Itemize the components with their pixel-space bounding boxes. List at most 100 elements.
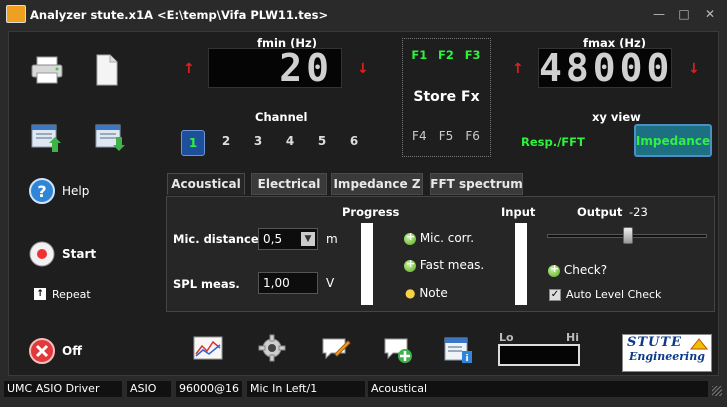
auto-level-check[interactable]: ✓ Auto Level Check — [549, 288, 661, 301]
channel-1-button[interactable]: 1 — [181, 130, 205, 156]
title-bar: Analyzer stute.x1A <E:\temp\Vifa PLW11.t… — [0, 0, 727, 30]
fast-meas-label: Fast meas. — [419, 258, 485, 272]
store-slot-f1[interactable]: F1 — [411, 48, 427, 62]
auto-level-label: Auto Level Check — [566, 288, 662, 301]
start-label: Start — [62, 247, 97, 261]
status-mode: Acoustical — [368, 381, 708, 397]
channel-4-button[interactable]: 4 — [279, 130, 301, 152]
store-slots-bottom: F4 F5 F6 — [406, 129, 486, 143]
store-slot-f2[interactable]: F2 — [438, 48, 454, 62]
save-file-icon[interactable] — [94, 123, 126, 156]
level-meter — [498, 344, 580, 366]
check-label: Check? — [563, 263, 608, 277]
close-button[interactable]: ✕ — [699, 6, 721, 22]
channel-6-button[interactable]: 6 — [343, 130, 365, 152]
channel-2-button[interactable]: 2 — [215, 130, 237, 152]
minimize-button[interactable]: — — [648, 6, 670, 22]
resize-grip-icon[interactable] — [712, 386, 722, 396]
print-icon[interactable] — [30, 55, 64, 88]
help-button[interactable]: ? Help — [28, 177, 89, 205]
xy-view-label: xy view — [592, 110, 641, 124]
store-slot-f6[interactable]: F6 — [465, 129, 480, 143]
status-type: ASIO — [127, 381, 171, 397]
output-slider-thumb[interactable] — [623, 227, 633, 244]
status-input: Mic In Left/1 — [247, 381, 365, 397]
maximize-button[interactable]: □ — [673, 6, 695, 22]
repeat-toggle[interactable]: ↑ Repeat — [34, 287, 91, 301]
tab-acoustical[interactable]: Acoustical — [167, 173, 245, 195]
help-label: Help — [62, 184, 90, 198]
note-label: Note — [419, 286, 448, 300]
status-driver: UMC ASIO Driver — [4, 381, 122, 397]
record-icon — [29, 241, 55, 267]
impedance-button[interactable]: Impedance — [634, 124, 712, 157]
fmin-up-arrow[interactable]: ↑ — [183, 61, 195, 77]
checkbox-checked-icon: ✓ — [549, 288, 561, 301]
off-button[interactable]: Off — [28, 337, 82, 365]
mic-distance-value: 0,5 — [263, 232, 283, 246]
svg-text:i: i — [465, 354, 468, 364]
progress-label: Progress — [342, 205, 400, 219]
add-circle-icon — [548, 262, 560, 277]
tab-fft-spectrum[interactable]: FFT spectrum — [430, 173, 523, 195]
output-label: Output — [577, 205, 623, 219]
tab-impedance-z[interactable]: Impedance Z — [331, 173, 423, 195]
power-off-icon — [29, 338, 55, 364]
add-circle-icon — [404, 230, 416, 245]
fmax-display[interactable]: 48000 — [538, 48, 672, 88]
mic-distance-select[interactable]: 0,5 ▼ — [258, 228, 318, 250]
spl-meas-unit: V — [326, 276, 335, 290]
edit-comment-icon[interactable] — [321, 336, 351, 365]
fmin-display[interactable]: 20 — [208, 48, 342, 88]
input-label: Input — [501, 205, 536, 219]
start-button[interactable]: Start — [28, 240, 96, 268]
new-document-icon[interactable] — [94, 54, 120, 89]
level-lo-label: Lo — [499, 331, 514, 344]
channel-label: Channel — [255, 110, 308, 124]
input-level-bar — [515, 223, 527, 305]
fmax-up-arrow[interactable]: ↑ — [512, 61, 524, 77]
mic-distance-label: Mic. distance — [173, 232, 259, 246]
mic-corr-option[interactable]: Mic. corr. — [404, 230, 475, 245]
mic-corr-label: Mic. corr. — [419, 231, 475, 245]
channel-3-button[interactable]: 3 — [247, 130, 269, 152]
window-title: Analyzer stute.x1A <E:\temp\Vifa PLW11.t… — [30, 8, 329, 22]
chart-view-icon[interactable] — [193, 336, 223, 363]
channel-5-button[interactable]: 5 — [311, 130, 333, 152]
svg-text:?: ? — [37, 182, 46, 201]
add-circle-icon — [404, 257, 416, 272]
channel-selector: 1 2 3 4 5 6 — [181, 130, 365, 156]
level-hi-label: Hi — [566, 331, 579, 344]
fmax-down-arrow[interactable]: ↓ — [688, 61, 700, 77]
gear-icon[interactable] — [258, 334, 286, 365]
check-option[interactable]: Check? — [548, 262, 608, 277]
lightbulb-icon: ● — [405, 286, 416, 300]
spl-meas-input[interactable]: 1,00 — [258, 272, 318, 294]
add-comment-icon[interactable] — [383, 336, 413, 367]
repeat-label: Repeat — [52, 287, 91, 301]
spl-meas-label: SPL meas. — [173, 277, 240, 291]
store-slot-f5[interactable]: F5 — [439, 129, 454, 143]
progress-bar — [361, 223, 373, 305]
fmin-down-arrow[interactable]: ↓ — [357, 61, 369, 77]
app-icon — [6, 5, 26, 23]
chevron-down-icon: ▼ — [301, 232, 315, 246]
output-value: -23 — [629, 205, 648, 219]
fast-meas-option[interactable]: Fast meas. — [404, 257, 485, 272]
store-slots-top: F1 F2 F3 — [406, 48, 486, 62]
info-sheet-icon[interactable]: i — [443, 336, 473, 367]
logo-mark-icon — [689, 338, 709, 350]
resp-fft-button[interactable]: Resp./FFT — [521, 135, 585, 149]
store-fx-button[interactable]: Store Fx — [402, 89, 491, 105]
mic-distance-unit: m — [326, 232, 338, 246]
status-rate: 96000@16 — [176, 381, 242, 397]
note-option[interactable]: ● Note — [405, 286, 448, 300]
repeat-icon: ↑ — [34, 288, 46, 300]
off-label: Off — [62, 344, 82, 358]
help-icon: ? — [29, 178, 55, 204]
store-slot-f3[interactable]: F3 — [465, 48, 481, 62]
store-slot-f4[interactable]: F4 — [412, 129, 427, 143]
load-file-icon[interactable] — [30, 123, 62, 156]
stute-logo: STUTE Engineering — [622, 334, 712, 372]
tab-electrical[interactable]: Electrical — [251, 173, 327, 195]
